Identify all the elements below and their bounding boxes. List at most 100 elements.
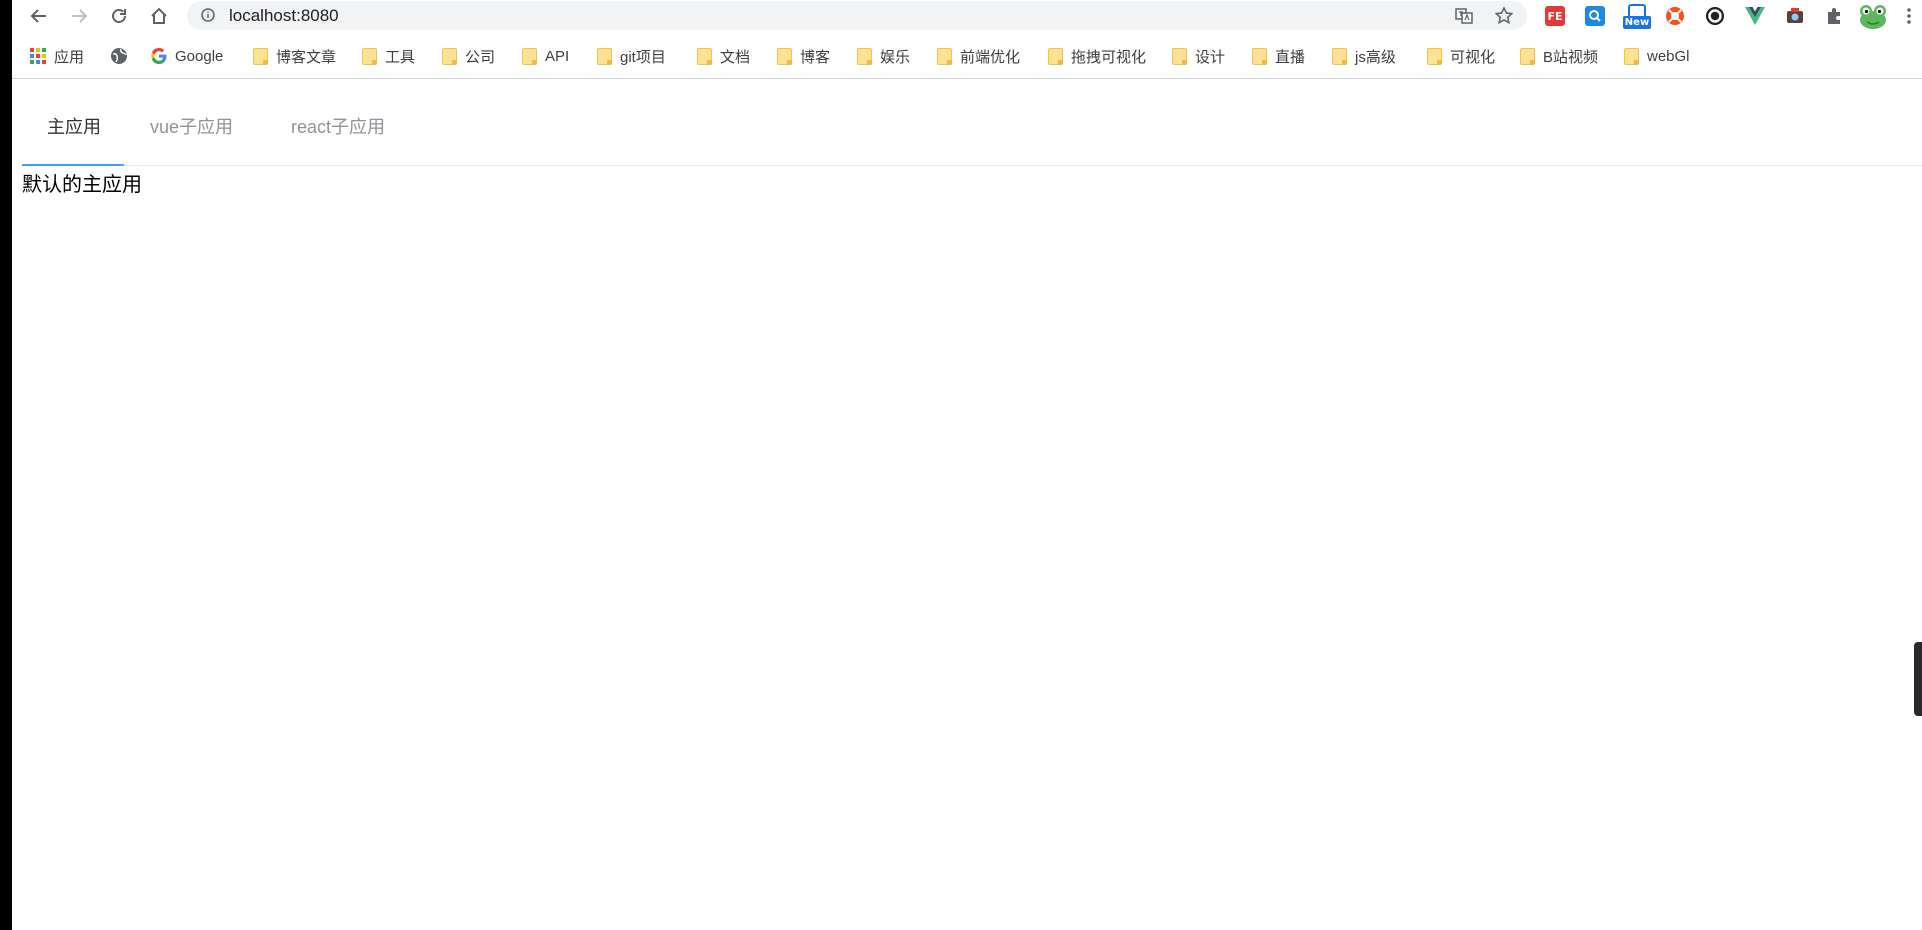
bookmark-label: 拖拽可视化 (1071, 48, 1147, 66)
folder-icon (597, 47, 612, 65)
folder-icon (1252, 47, 1267, 65)
folder-icon (442, 47, 457, 65)
folder-icon (697, 47, 712, 65)
bookmark-folder[interactable]: webGl (1624, 44, 1690, 68)
scrollbar-thumb[interactable] (1914, 642, 1922, 716)
extension-new[interactable]: New (1622, 3, 1652, 29)
bookmark-label: 直播 (1275, 48, 1306, 66)
arrow-left-icon (30, 9, 46, 23)
bookmark-folder[interactable]: 娱乐 (857, 44, 910, 68)
bookmark-folder[interactable]: 公司 (442, 44, 495, 68)
bookmark-folder[interactable]: git项目 (597, 44, 666, 68)
browser-window: localhost:8080 FE New 应用 Google 博客文章 工具 … (12, 0, 1922, 930)
back-button[interactable] (26, 3, 52, 29)
bookmark-label: git项目 (620, 48, 666, 66)
browser-menu-button[interactable] (1902, 3, 1916, 29)
translate-icon (1455, 8, 1473, 24)
folder-icon (1048, 47, 1063, 65)
bookmark-folder[interactable]: 直播 (1252, 44, 1305, 68)
extension-orange[interactable] (1662, 3, 1688, 29)
extension-fe[interactable]: FE (1542, 3, 1568, 29)
tab-vue-subapp[interactable]: vue子应用 (125, 95, 258, 165)
extension-ring[interactable] (1702, 3, 1728, 29)
bookmark-globe[interactable] (110, 44, 128, 68)
globe-icon (111, 48, 127, 64)
kebab-menu-icon (1907, 8, 1911, 24)
bookmark-apps[interactable]: 应用 (30, 44, 84, 68)
extension-vue-devtools[interactable] (1742, 3, 1768, 29)
folder-icon (1332, 47, 1347, 65)
bookmark-folder[interactable]: 工具 (362, 44, 415, 68)
bookmark-label: 博客 (800, 48, 831, 66)
folder-icon (1427, 47, 1442, 65)
search-box-icon (1585, 6, 1605, 26)
new-badge-icon: New (1623, 3, 1651, 29)
bookmark-label: 博客文章 (276, 48, 337, 66)
bookmark-google[interactable]: Google (151, 44, 223, 68)
bookmark-label: js高级 (1355, 48, 1396, 66)
app-tabs: 主应用 vue子应用 react子应用 (22, 95, 1922, 166)
bookmark-label: API (545, 47, 570, 65)
left-window-edge (0, 0, 12, 930)
bookmark-label: webGl (1647, 47, 1690, 65)
apps-grid-icon (30, 48, 46, 64)
folder-icon (857, 47, 872, 65)
folder-icon (362, 47, 377, 65)
folder-icon (937, 47, 952, 65)
bookmark-label: B站视频 (1543, 48, 1599, 66)
reload-button[interactable] (106, 3, 132, 29)
bookmark-star-button[interactable] (1492, 4, 1516, 28)
frog-avatar-icon (1860, 5, 1886, 29)
folder-icon (522, 47, 537, 65)
bookmark-label: 公司 (465, 48, 496, 66)
bookmark-folder[interactable]: 设计 (1172, 44, 1225, 68)
bookmark-label: 设计 (1195, 48, 1226, 66)
bookmark-folder[interactable]: js高级 (1332, 44, 1396, 68)
ring-icon (1706, 7, 1724, 25)
reload-icon (112, 9, 126, 23)
puzzle-icon (1828, 8, 1840, 24)
bookmark-label: 工具 (385, 48, 416, 66)
bookmark-folder[interactable]: 文档 (697, 44, 750, 68)
browser-toolbar: localhost:8080 FE New (12, 0, 1922, 31)
info-icon[interactable] (201, 8, 215, 22)
bookmark-folder[interactable]: 博客 (777, 44, 830, 68)
folder-icon (777, 47, 792, 65)
arrow-right-icon (72, 9, 88, 23)
star-icon (1494, 6, 1514, 25)
address-bar[interactable]: localhost:8080 (187, 1, 1527, 30)
extension-camera[interactable] (1782, 3, 1808, 29)
bookmark-label: Google (175, 47, 224, 65)
folder-icon (1520, 47, 1535, 65)
extension-search[interactable] (1582, 3, 1608, 29)
bookmark-label: 可视化 (1450, 48, 1496, 66)
main-app-content: 默认的主应用 (22, 174, 142, 196)
bookmark-folder[interactable]: 拖拽可视化 (1048, 44, 1146, 68)
folder-icon (1624, 47, 1639, 65)
camera-icon (1787, 8, 1803, 23)
url-text[interactable]: localhost:8080 (229, 6, 339, 26)
tab-react-subapp[interactable]: react子应用 (266, 95, 410, 165)
bookmarks-bar: 应用 Google 博客文章 工具 公司 API git项目 文档 博客 娱乐 … (12, 41, 1922, 71)
forward-button[interactable] (66, 3, 92, 29)
extensions-menu-button[interactable] (1822, 3, 1848, 29)
bookmark-label: 娱乐 (880, 48, 911, 66)
bookmark-folder[interactable]: API (522, 44, 569, 68)
active-tab-indicator (22, 164, 124, 166)
tab-main-app[interactable]: 主应用 (22, 95, 126, 165)
vue-logo-icon (1745, 7, 1765, 25)
bookmark-folder[interactable]: B站视频 (1520, 44, 1598, 68)
bookmark-folder[interactable]: 可视化 (1427, 44, 1495, 68)
folder-icon (253, 47, 268, 65)
bookmark-folder[interactable]: 前端优化 (937, 44, 1020, 68)
home-button[interactable] (146, 3, 172, 29)
bookmark-folder[interactable]: 博客文章 (253, 44, 336, 68)
fe-icon: FE (1545, 6, 1565, 26)
lifebuoy-icon (1666, 7, 1684, 25)
bookmark-label: 前端优化 (960, 48, 1021, 66)
google-icon (151, 48, 167, 64)
toolbar-divider (12, 78, 1922, 79)
translate-button[interactable] (1452, 4, 1476, 28)
profile-avatar[interactable] (1858, 3, 1888, 29)
bookmark-label: 文档 (720, 48, 751, 66)
